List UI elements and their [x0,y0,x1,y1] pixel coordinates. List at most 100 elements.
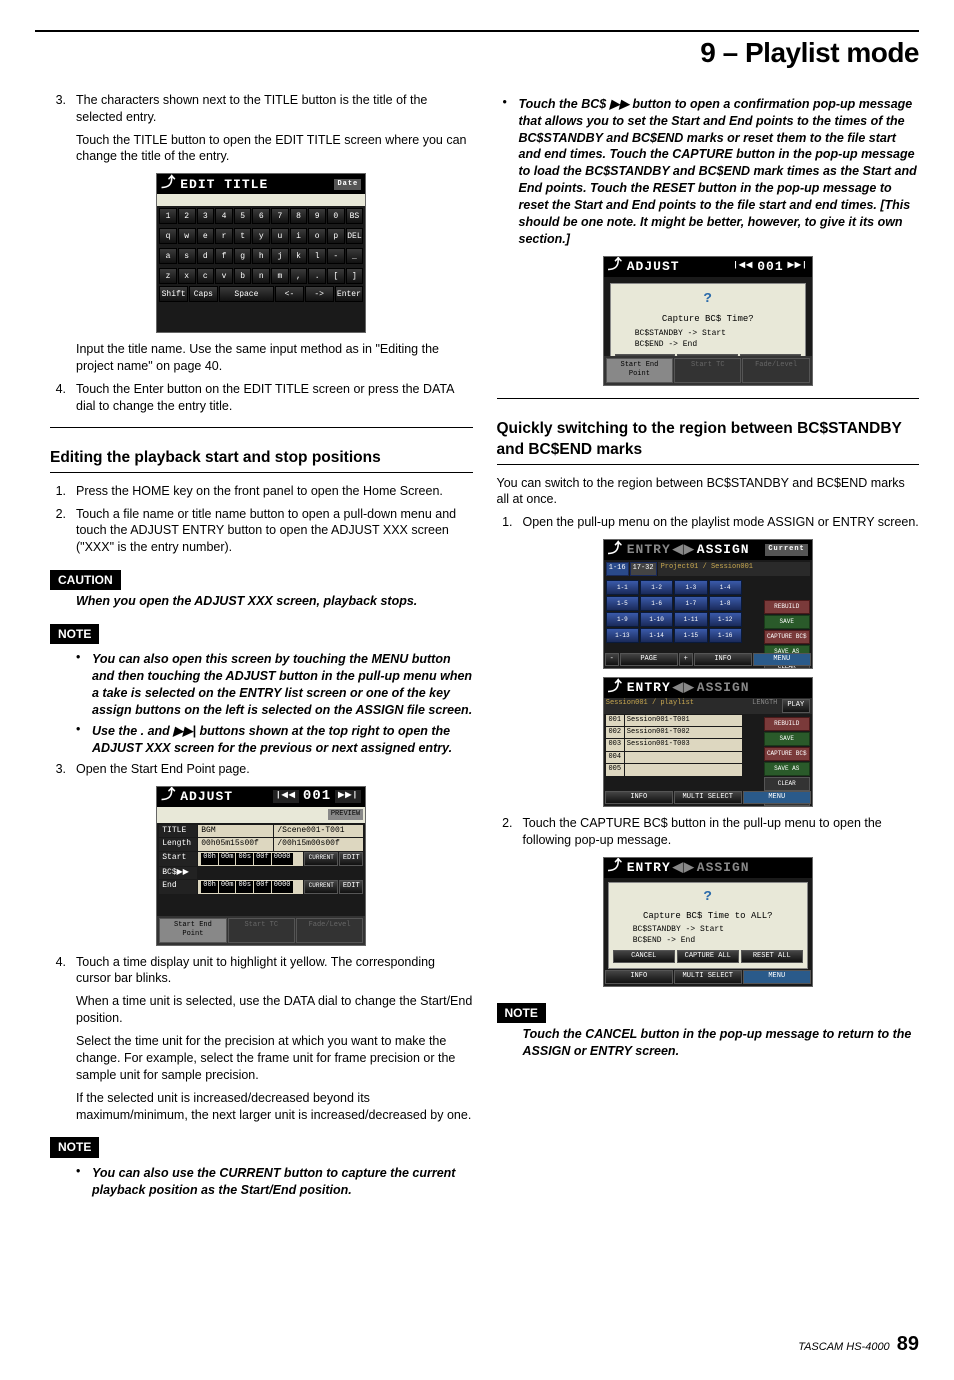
assign-cell: 1-11 [674,612,707,627]
back-icon: ⤴ [161,175,176,194]
key-a: a [159,248,177,264]
side-btn: SAVE [764,615,810,629]
key-[: [ [327,268,345,284]
key-e: e [197,228,215,244]
next-icon: ▶▶| [335,790,361,803]
note-bullet-2: • Use the . and ▶▶| buttons shown at the… [76,723,473,757]
key-1: 1 [159,208,177,224]
key-v: v [215,268,233,284]
key-]: ] [346,268,364,284]
back-icon: ⤴ [608,541,623,560]
edit-step-2: 2. Touch a file name or title name butto… [50,506,473,557]
key-f: f [215,248,233,264]
key-.: . [308,268,326,284]
header-bar: 9 – Playlist mode [35,30,919,72]
key-j: j [271,248,289,264]
key-bs: BS [346,208,364,224]
key-i: i [290,228,308,244]
assign-cell: 1-5 [606,596,639,611]
switch-icon: ◀▶ [673,859,695,877]
key-3: 3 [197,208,215,224]
key-_: _ [346,248,364,264]
assign-cell: 1-9 [606,612,639,627]
prev-icon: |◀◀ [273,790,299,803]
assign-cell: 1-14 [640,628,673,643]
date-button: Date [334,179,361,190]
back-icon: ⤴ [608,858,623,877]
assign-cell: 1-12 [709,612,742,627]
page-number: 89 [897,1333,919,1355]
assign-cell: 1-13 [606,628,639,643]
key-n: n [252,268,270,284]
note-label-right: NOTE [497,1003,546,1023]
note-label: NOTE [50,624,99,644]
assign-cell: 1-16 [709,628,742,643]
quick-step-1: 1. Open the pull-up menu on the playlist… [497,514,920,531]
edit-step-3: 3. Open the Start End Point page. [50,761,473,778]
content-columns: 3. The characters shown next to the TITL… [0,72,954,1203]
heading-quick-switch: Quickly switching to the region between … [497,419,920,465]
key-l: l [308,248,326,264]
note-bullet-1: • You can also open this screen by touch… [76,651,473,719]
back-icon: ⤴ [608,679,623,698]
key-t: t [234,228,252,244]
step-4: 4. Touch the Enter button on the EDIT TI… [50,381,473,415]
assign-cell: 1-8 [709,596,742,611]
key-k: k [290,248,308,264]
key-0: 0 [327,208,345,224]
key-2: 2 [178,208,196,224]
side-btn: REBUILD [764,717,810,731]
question-icon: ? [613,888,803,907]
note-text-right: Touch the CANCEL button in the pop-up me… [523,1026,920,1060]
side-btn: CAPTURE BC$ [764,630,810,644]
key-g: g [234,248,252,264]
next-icon: ▶▶| [788,261,808,272]
key-p: p [327,228,345,244]
key-,: , [290,268,308,284]
key-del: DEL [346,228,364,244]
edit-step-1: 1. Press the HOME key on the front panel… [50,483,473,500]
caution-text: When you open the ADJUST XXX screen, pla… [76,593,473,610]
side-btn: SAVE AS [764,762,810,776]
left-column: 3. The characters shown next to the TITL… [50,92,473,1203]
key-->: -> [305,286,334,302]
question-icon: ? [615,290,801,309]
assign-cell: 1-4 [709,580,742,595]
key-caps: Caps [189,286,218,302]
key-<-: <- [275,286,304,302]
key-6: 6 [252,208,270,224]
edit-title-screenshot: ⤴ EDIT TITLE Date 1234567890BSqwertyuiop… [156,173,366,333]
assign-cell: 1-6 [640,596,673,611]
key-z: z [159,268,177,284]
key-x: x [178,268,196,284]
popup-all-screenshot: ⤴ ENTRY ◀▶ ASSIGN ? Capture BC$ Time to … [603,857,813,987]
adjust-screenshot: ⤴ ADJUST |◀◀ 001 ▶▶| PREVIEW TITLE BGM /… [156,786,366,946]
key-enter: Enter [335,286,364,302]
right-column: • Touch the BC$ ▶▶ button to open a conf… [497,92,920,1203]
switch-icon: ◀▶ [673,679,695,697]
back-icon: ⤴ [608,257,623,276]
assign-cell: 1-7 [674,596,707,611]
note-label-2: NOTE [50,1137,99,1157]
back-icon: ⤴ [161,787,176,806]
quick-step-2: 2. Touch the CAPTURE BC$ button in the p… [497,815,920,849]
footer: TASCAM HS-4000 89 [798,1331,919,1358]
assign-screenshot: ⤴ ENTRY ◀▶ ASSIGN Current 1-16 17-32 Pro… [603,539,813,669]
page-title: 9 – Playlist mode [700,34,919,72]
switch-icon: ◀▶ [673,541,695,559]
key-5: 5 [234,208,252,224]
key-y: y [252,228,270,244]
key--: - [327,248,345,264]
key-o: o [308,228,326,244]
note2-bullet: • You can also use the CURRENT button to… [76,1165,473,1199]
assign-cell: 1-15 [674,628,707,643]
assign-cell: 1-1 [606,580,639,595]
key-9: 9 [308,208,326,224]
entry-screenshot: ⤴ ENTRY ◀▶ ASSIGN Session001 / playlist … [603,677,813,807]
right-top-bullet: • Touch the BC$ ▶▶ button to open a conf… [503,96,920,248]
key-w: w [178,228,196,244]
key-h: h [252,248,270,264]
key-u: u [271,228,289,244]
preview-button: PREVIEW [328,809,363,820]
step-3-after: Input the title name. Use the same input… [76,341,473,375]
